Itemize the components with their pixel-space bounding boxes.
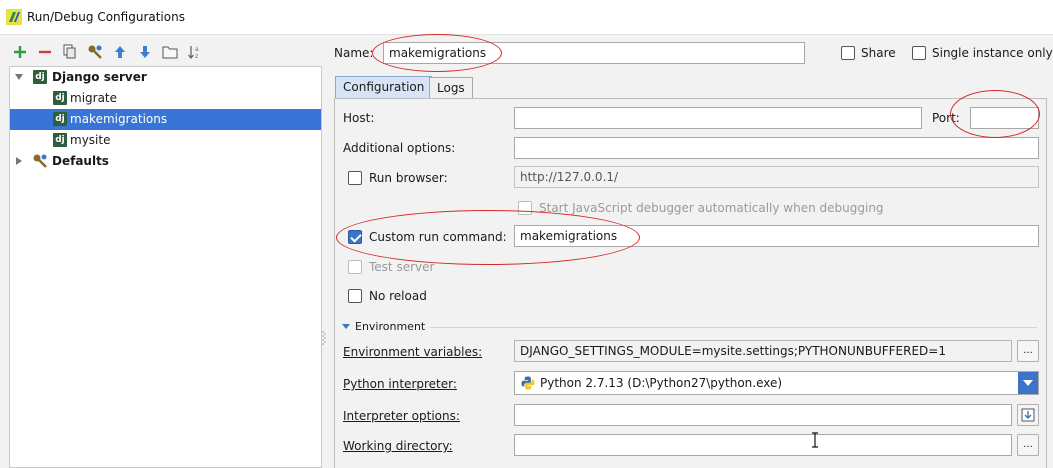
tree-item-label: makemigrations [70, 112, 168, 126]
tree-group-label: Defaults [52, 154, 109, 168]
wrench-icon[interactable] [85, 42, 105, 62]
env-vars-input[interactable]: DJANGO_SETTINGS_MODULE=mysite.settings;P… [514, 340, 1012, 362]
svg-text:z: z [195, 53, 198, 60]
additional-options-label: Additional options: [343, 141, 456, 155]
remove-icon[interactable] [35, 42, 55, 62]
expand-editor-button[interactable] [1017, 404, 1039, 426]
chevron-down-icon[interactable] [14, 72, 24, 82]
tree-item-label: mysite [70, 133, 111, 147]
custom-run-command-checkbox[interactable] [348, 230, 362, 244]
configurations-tree[interactable]: dj Django server dj migrate dj makemigra… [9, 66, 322, 468]
python-interpreter-label: Python interpreter: [343, 377, 457, 391]
test-server-label: Test server [369, 260, 435, 274]
pycharm-icon [6, 9, 22, 25]
ellipsis-icon: ... [1023, 345, 1033, 356]
interpreter-options-input[interactable] [514, 404, 1012, 426]
expand-icon [1021, 408, 1035, 422]
working-directory-label: Working directory: [343, 439, 453, 453]
host-label: Host: [343, 111, 375, 125]
django-icon: dj [53, 133, 67, 147]
custom-run-command-input[interactable]: makemigrations [514, 225, 1039, 247]
tree-item-makemigrations[interactable]: dj makemigrations [10, 109, 321, 130]
combo-dropdown-button[interactable] [1018, 372, 1038, 394]
django-icon: dj [53, 91, 67, 105]
move-down-icon[interactable] [135, 42, 155, 62]
port-label: Port: [932, 111, 960, 125]
ellipsis-icon: ... [1023, 439, 1033, 450]
single-instance-checkbox[interactable] [912, 46, 926, 60]
django-icon: dj [53, 112, 67, 126]
run-browser-checkbox[interactable] [348, 171, 362, 185]
splitter-handle[interactable] [322, 330, 326, 346]
run-browser-url-input[interactable]: http://127.0.0.1/ [514, 166, 1039, 188]
config-toolbar: az [10, 42, 320, 64]
share-label: Share [861, 46, 896, 60]
title-bar: Run/Debug Configurations [0, 0, 1053, 35]
wrench-icon [33, 154, 47, 168]
folder-icon[interactable] [160, 42, 180, 62]
tab-logs[interactable]: Logs [429, 77, 473, 98]
django-icon: dj [33, 70, 47, 84]
environment-section-title: Environment [355, 320, 426, 333]
host-input[interactable] [514, 107, 922, 129]
text-cursor-icon [812, 432, 818, 448]
svg-text:a: a [195, 46, 199, 53]
name-label: Name: [334, 46, 374, 60]
test-server-checkbox[interactable] [348, 260, 362, 274]
section-divider [430, 327, 1037, 328]
tree-item-label: migrate [70, 91, 118, 105]
tab-configuration[interactable]: Configuration [335, 76, 433, 98]
env-vars-browse-button[interactable]: ... [1017, 340, 1039, 362]
share-checkbox[interactable] [841, 46, 855, 60]
tree-group-django-server[interactable]: dj Django server [10, 67, 321, 88]
working-directory-browse-button[interactable]: ... [1017, 434, 1039, 456]
chevron-right-icon[interactable] [14, 156, 24, 166]
sort-icon[interactable]: az [185, 42, 205, 62]
js-debugger-checkbox[interactable] [518, 201, 532, 215]
add-icon[interactable] [10, 42, 30, 62]
working-directory-input[interactable] [514, 434, 1012, 456]
tree-item-mysite[interactable]: dj mysite [10, 130, 321, 151]
custom-run-command-label: Custom run command: [369, 230, 507, 244]
interpreter-options-label: Interpreter options: [343, 409, 460, 423]
single-instance-label: Single instance only [932, 46, 1053, 60]
port-input[interactable] [970, 107, 1039, 129]
python-icon [521, 376, 535, 390]
additional-options-input[interactable] [514, 137, 1039, 159]
js-debugger-label: Start JavaScript debugger automatically … [539, 201, 884, 215]
no-reload-checkbox[interactable] [348, 289, 362, 303]
run-browser-label: Run browser: [369, 171, 448, 185]
chevron-down-icon [1023, 380, 1033, 386]
move-up-icon[interactable] [110, 42, 130, 62]
copy-icon[interactable] [60, 42, 80, 62]
window-title: Run/Debug Configurations [27, 10, 185, 24]
python-interpreter-select[interactable]: Python 2.7.13 (D:\Python27\python.exe) [514, 371, 1039, 395]
name-input[interactable]: makemigrations [383, 42, 805, 64]
tree-group-label: Django server [52, 70, 147, 84]
python-interpreter-value: Python 2.7.13 (D:\Python27\python.exe) [540, 376, 783, 390]
tree-item-migrate[interactable]: dj migrate [10, 88, 321, 109]
tree-group-defaults[interactable]: Defaults [10, 151, 321, 172]
triangle-down-icon[interactable] [342, 322, 350, 330]
no-reload-label: No reload [369, 289, 427, 303]
env-vars-label: Environment variables: [343, 345, 483, 359]
